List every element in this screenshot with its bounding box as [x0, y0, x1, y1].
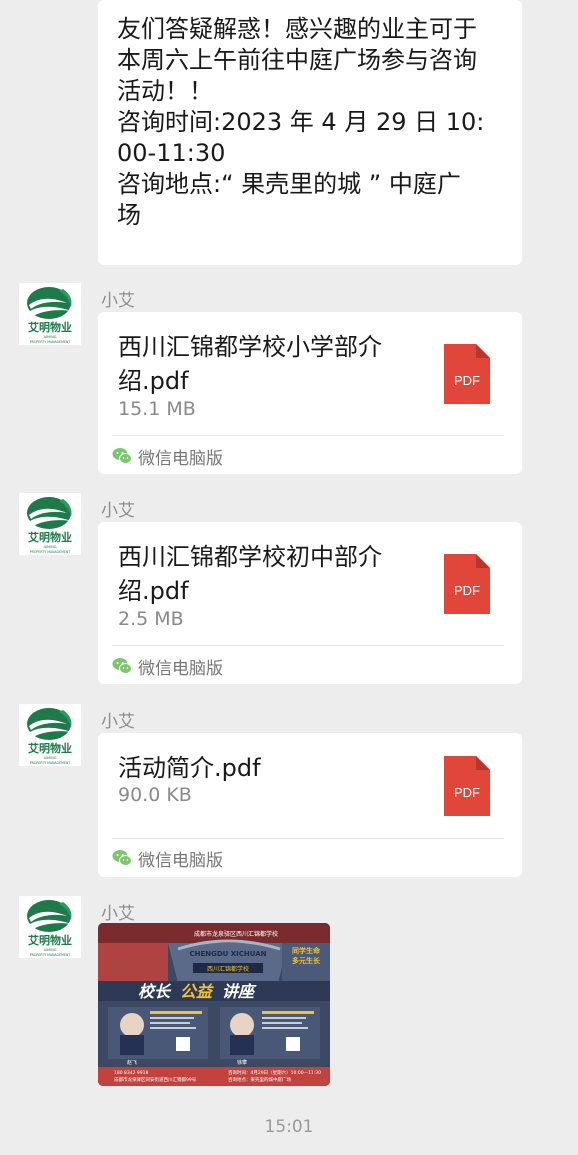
wechat-icon: [112, 850, 132, 866]
wechat-icon: [112, 448, 132, 464]
aiming-logo-icon: 艾明物业 AIMING PROPERTY MANAGEMENT: [19, 896, 81, 958]
svg-text:PROPERTY MANAGEMENT: PROPERTY MANAGEMENT: [30, 550, 71, 554]
file-name-line: 绍.pdf: [118, 367, 189, 395]
svg-text:成都市龙泉驿区西川汇锦都学校: 成都市龙泉驿区西川汇锦都学校: [194, 930, 278, 938]
source-tag: 微信电脑版: [112, 847, 223, 871]
svg-text:徐攀: 徐攀: [237, 1059, 247, 1066]
aiming-logo-icon: 艾明物业 AIMING PROPERTY MANAGEMENT: [19, 493, 81, 555]
svg-text:公益: 公益: [180, 982, 214, 1001]
svg-text:多元生长: 多元生长: [292, 956, 321, 965]
svg-text:赵飞: 赵飞: [127, 1059, 137, 1066]
source-label: 微信电脑版: [138, 658, 223, 679]
svg-text:成都市龙泉驿区同安街道西川汇锦都99号: 成都市龙泉驿区同安街道西川汇锦都99号: [114, 1076, 197, 1083]
image-message-poster[interactable]: 成都市龙泉驿区西川汇锦都学校 CHENGDU XICHUAN 西川汇锦都学校 同…: [98, 923, 330, 1086]
svg-text:AIMING: AIMING: [44, 948, 57, 952]
announcement-bubble[interactable]: 友们答疑解惑！感兴趣的业主可于 本周六上午前往中庭广场参与咨询 活动！！ 咨询时…: [98, 0, 522, 265]
chat-timestamp: 15:01: [264, 1117, 314, 1137]
sender-avatar[interactable]: 艾明物业 AIMING PROPERTY MANAGEMENT: [19, 283, 81, 345]
file-name: 西川汇锦都学校初中部介 绍.pdf: [118, 540, 418, 608]
file-name-line: 活动简介.pdf: [118, 754, 261, 782]
svg-text:PROPERTY MANAGEMENT: PROPERTY MANAGEMENT: [30, 340, 71, 344]
svg-text:同学生命: 同学生命: [292, 946, 321, 955]
svg-text:艾明物业: 艾明物业: [28, 320, 72, 334]
source-label: 微信电脑版: [138, 850, 223, 871]
pdf-icon: PDF: [444, 756, 490, 816]
divider: [112, 645, 504, 646]
svg-text:PDF: PDF: [454, 373, 480, 388]
announcement-line: 友们答疑解惑！感兴趣的业主可于: [117, 15, 477, 43]
svg-text:讲座: 讲座: [222, 982, 257, 1001]
svg-text:CHENGDU XICHUAN: CHENGDU XICHUAN: [189, 950, 266, 958]
lecture-poster-image: 成都市龙泉驿区西川汇锦都学校 CHENGDU XICHUAN 西川汇锦都学校 同…: [98, 923, 330, 1086]
sender-avatar[interactable]: 艾明物业 AIMING PROPERTY MANAGEMENT: [19, 493, 81, 555]
announcement-line: 活动！！: [117, 77, 213, 105]
file-message-bubble[interactable]: 西川汇锦都学校初中部介 绍.pdf 2.5 MB PDF 微信电脑版: [98, 522, 522, 684]
pdf-icon: PDF: [444, 344, 490, 404]
announcement-line: 00-11:30: [117, 139, 226, 167]
sender-name: 小艾: [101, 712, 135, 732]
sender-name: 小艾: [101, 291, 135, 311]
announcement-line: 本周六上午前往中庭广场参与咨询: [117, 46, 477, 74]
sender-avatar[interactable]: 艾明物业 AIMING PROPERTY MANAGEMENT: [19, 896, 81, 958]
svg-text:PROPERTY MANAGEMENT: PROPERTY MANAGEMENT: [30, 761, 71, 765]
svg-text:艾明物业: 艾明物业: [28, 530, 72, 544]
svg-text:咨询地点：果壳里的城中庭广场: 咨询地点：果壳里的城中庭广场: [228, 1076, 291, 1083]
svg-text:PDF: PDF: [454, 785, 480, 800]
aiming-logo-icon: 艾明物业 AIMING PROPERTY MANAGEMENT: [19, 704, 81, 766]
source-label: 微信电脑版: [138, 448, 223, 469]
svg-text:西川汇锦都学校: 西川汇锦都学校: [207, 965, 249, 973]
svg-text:PDF: PDF: [454, 583, 480, 598]
announcement-line: 场: [117, 201, 141, 229]
svg-text:艾明物业: 艾明物业: [28, 933, 72, 947]
svg-text:咨询时间：4月29日（星期六）10:00—11:30: 咨询时间：4月29日（星期六）10:00—11:30: [228, 1069, 321, 1076]
file-message-bubble[interactable]: 西川汇锦都学校小学部介 绍.pdf 15.1 MB PDF 微信电脑版: [98, 312, 522, 474]
file-size: 90.0 KB: [118, 784, 192, 806]
announcement-line: 咨询时间:2023 年 4 月 29 日 10:: [117, 108, 485, 136]
svg-text:180 8342 9918: 180 8342 9918: [114, 1070, 148, 1076]
file-size: 15.1 MB: [118, 398, 196, 420]
sender-name: 小艾: [101, 501, 135, 521]
divider: [112, 435, 504, 436]
announcement-text: 友们答疑解惑！感兴趣的业主可于 本周六上午前往中庭广场参与咨询 活动！！ 咨询时…: [117, 14, 509, 231]
file-name: 西川汇锦都学校小学部介 绍.pdf: [118, 330, 418, 398]
file-name-line: 西川汇锦都学校初中部介: [118, 543, 382, 571]
svg-text:AIMING: AIMING: [44, 335, 57, 339]
wechat-icon: [112, 658, 132, 674]
svg-text:校长: 校长: [138, 982, 172, 1001]
file-name-line: 绍.pdf: [118, 577, 189, 605]
sender-name: 小艾: [101, 904, 135, 924]
announcement-line: 咨询地点:“ 果壳里的城 ” 中庭广: [117, 170, 461, 198]
svg-text:艾明物业: 艾明物业: [28, 741, 72, 755]
svg-text:AIMING: AIMING: [44, 545, 57, 549]
file-name-line: 西川汇锦都学校小学部介: [118, 333, 382, 361]
sender-avatar[interactable]: 艾明物业 AIMING PROPERTY MANAGEMENT: [19, 704, 81, 766]
pdf-icon: PDF: [444, 554, 490, 614]
svg-text:AIMING: AIMING: [44, 756, 57, 760]
file-size: 2.5 MB: [118, 608, 184, 630]
svg-text:PROPERTY MANAGEMENT: PROPERTY MANAGEMENT: [30, 953, 71, 957]
file-name: 活动简介.pdf: [118, 751, 418, 785]
source-tag: 微信电脑版: [112, 445, 223, 469]
file-message-bubble[interactable]: 活动简介.pdf 90.0 KB PDF 微信电脑版: [98, 733, 522, 877]
divider: [112, 838, 504, 839]
source-tag: 微信电脑版: [112, 655, 223, 679]
aiming-logo-icon: 艾明物业 AIMING PROPERTY MANAGEMENT: [19, 283, 81, 345]
